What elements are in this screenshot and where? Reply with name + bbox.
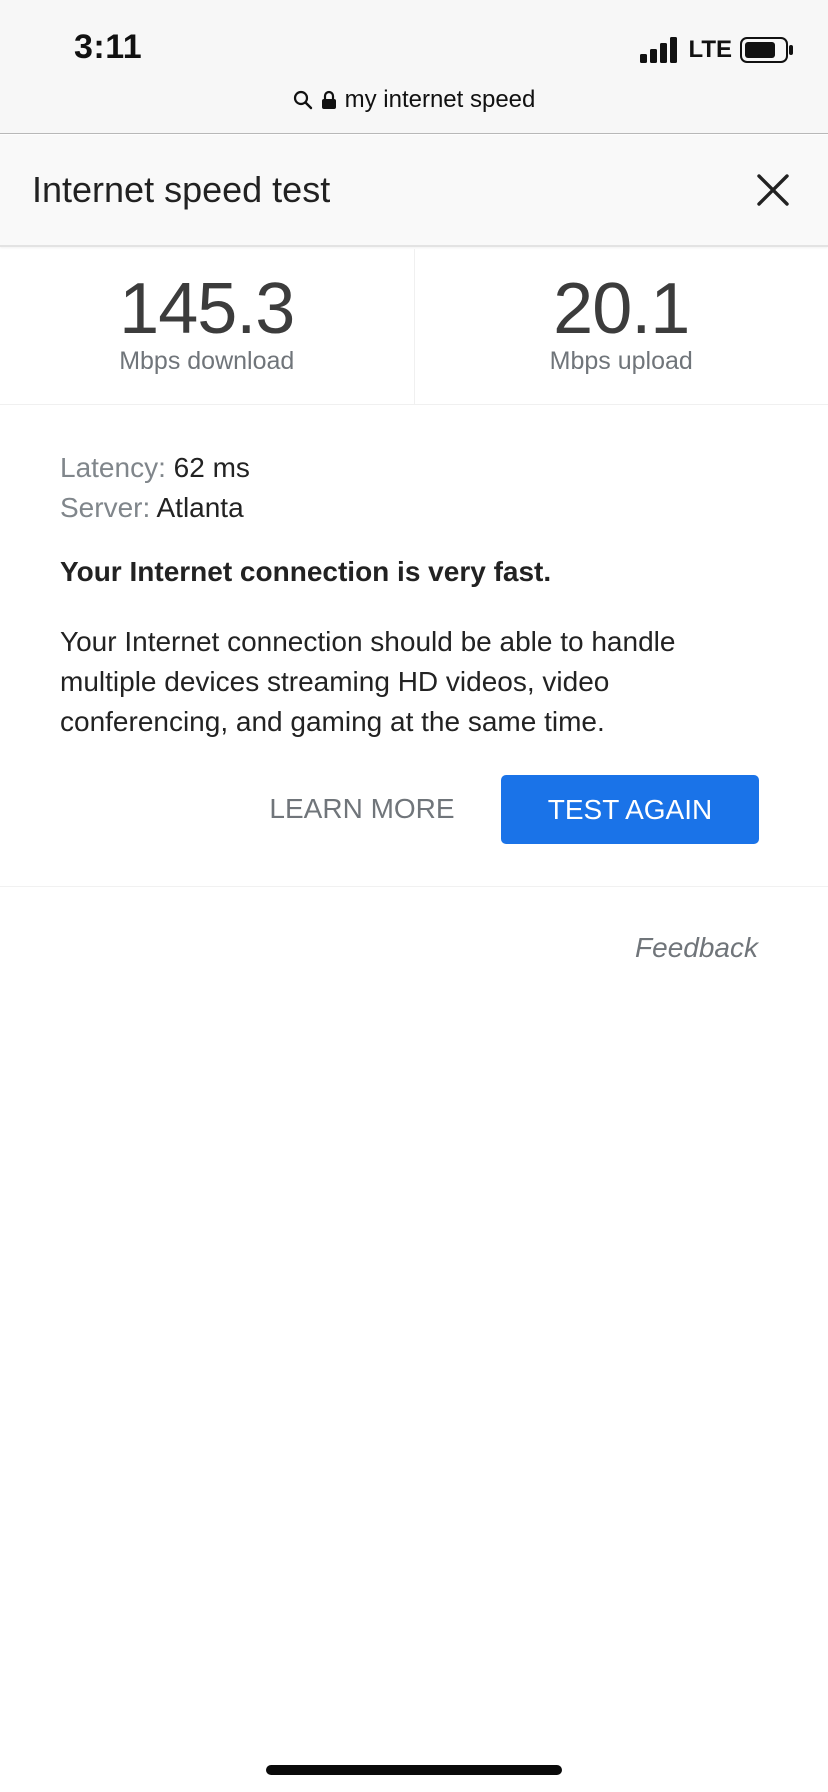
close-button[interactable] xyxy=(748,165,798,215)
server-line: Server: Atlanta xyxy=(60,488,760,528)
latency-value: 62 ms xyxy=(173,452,250,483)
speed-description: Your Internet connection should be able … xyxy=(60,626,676,737)
home-indicator[interactable] xyxy=(266,1765,562,1775)
url-text: my internet speed xyxy=(344,86,536,113)
upload-speed-value: 20.1 xyxy=(553,269,690,349)
server-value: Atlanta xyxy=(156,492,244,523)
connection-details: Latency: 62 ms Server: Atlanta xyxy=(60,448,760,528)
upload-result: 20.1 Mbps upload xyxy=(415,249,828,404)
latency-label: Latency: xyxy=(60,452,166,483)
network-label: LTE xyxy=(688,36,732,63)
divider xyxy=(0,886,828,887)
close-icon xyxy=(757,174,789,206)
status-time: 3:11 xyxy=(74,28,143,66)
page-title: Internet speed test xyxy=(32,169,331,210)
battery-icon xyxy=(740,37,793,63)
latency-line: Latency: 62 ms xyxy=(60,448,760,488)
signal-icon xyxy=(640,37,678,63)
download-result: 145.3 Mbps download xyxy=(0,249,415,404)
test-again-button[interactable]: TEST AGAIN xyxy=(501,775,759,844)
server-label: Server: xyxy=(60,492,151,523)
search-icon xyxy=(293,90,312,110)
status-bar: 3:11 LTE my internet speed xyxy=(0,0,828,134)
download-speed-value: 145.3 xyxy=(119,269,295,349)
status-indicators: LTE xyxy=(640,36,794,64)
learn-more-button[interactable]: LEARN MORE xyxy=(250,776,474,842)
upload-speed-unit: Mbps upload xyxy=(549,347,693,375)
speed-results: 145.3 Mbps download 20.1 Mbps upload xyxy=(0,249,828,405)
url-bar[interactable]: my internet speed xyxy=(0,86,828,114)
feedback-link[interactable]: Feedback xyxy=(635,932,758,964)
lock-icon xyxy=(321,90,336,109)
speed-verdict: Your Internet connection is very fast. xyxy=(60,556,552,587)
download-speed-unit: Mbps download xyxy=(119,347,295,375)
result-header: Internet speed test xyxy=(0,135,828,247)
